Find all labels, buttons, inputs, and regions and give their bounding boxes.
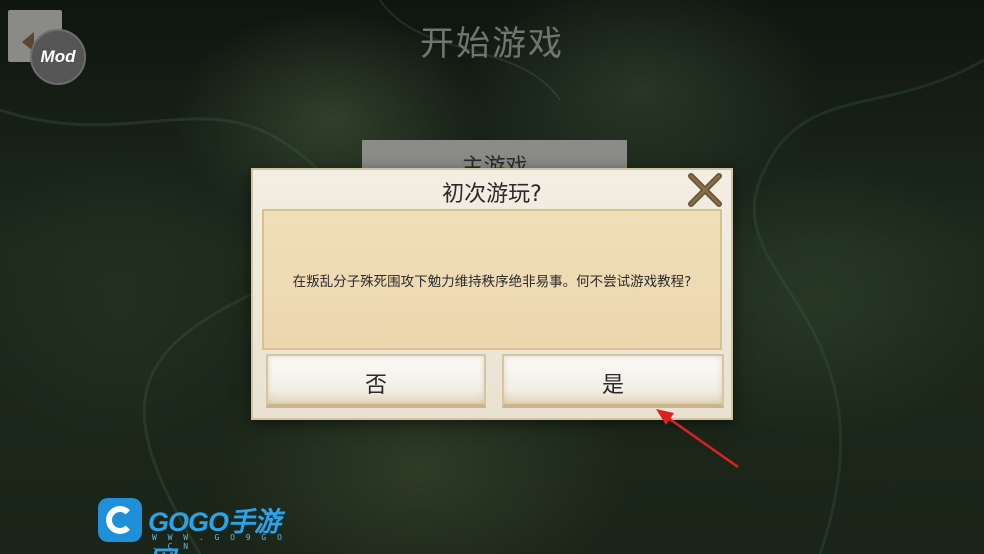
- message-panel: 在叛乱分子殊死围攻下勉力维持秩序绝非易事。何不尝试游戏教程?: [262, 209, 722, 350]
- close-icon[interactable]: [685, 172, 725, 208]
- red-arrow-pointer-icon: [656, 409, 739, 469]
- watermark-url: W W W . G O 9 G O . C N: [152, 533, 285, 551]
- dialog-title: 初次游玩?: [442, 182, 542, 207]
- gogo-logo-icon: [98, 498, 142, 542]
- first-play-dialog: 初次游玩? 在叛乱分子殊死围攻下勉力维持秩序绝非易事。何不尝试游戏教程? 否 是: [251, 168, 733, 420]
- gogo-watermark-logo: GOGO手游网 W W W . G O 9 G O . C N: [98, 498, 298, 554]
- page-title: 开始游戏: [420, 24, 564, 64]
- no-button[interactable]: 否: [266, 354, 486, 408]
- dialog-message: 在叛乱分子殊死围攻下勉力维持秩序绝非易事。何不尝试游戏教程?: [292, 273, 692, 290]
